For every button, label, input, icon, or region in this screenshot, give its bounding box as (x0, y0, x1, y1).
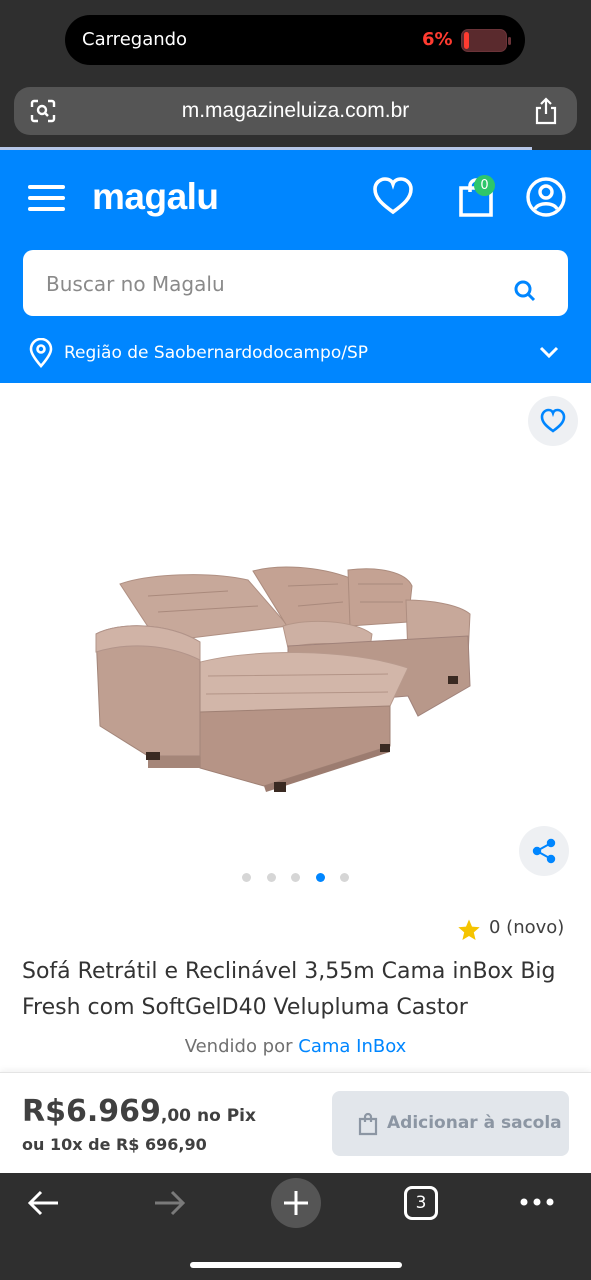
seller-link[interactable]: Cama InBox (298, 1036, 406, 1057)
search-placeholder: Buscar no Magalu (46, 272, 225, 296)
search-icon[interactable] (512, 278, 540, 306)
home-indicator[interactable] (190, 1262, 402, 1268)
charging-label: Carregando (82, 29, 188, 50)
carousel-dot[interactable] (242, 873, 251, 882)
chevron-down-icon[interactable] (538, 344, 560, 360)
forward-icon[interactable] (153, 1188, 187, 1218)
share-icon (532, 838, 556, 864)
price-main: R$6.969 (22, 1094, 161, 1129)
installments-text: ou 10x de R$ 696,90 (22, 1135, 207, 1154)
star-icon (458, 919, 480, 940)
battery-icon (461, 29, 511, 52)
favorite-button[interactable] (528, 396, 578, 446)
back-icon[interactable] (26, 1188, 60, 1218)
share-button[interactable] (519, 826, 569, 876)
price: R$6.969,00 no Pix (22, 1094, 256, 1129)
product-title: Sofá Retrátil e Reclinável 3,55m Cama in… (22, 959, 556, 1020)
carousel-dot-active[interactable] (316, 873, 325, 882)
search-input[interactable]: Buscar no Magalu (23, 250, 568, 316)
menu-icon[interactable] (28, 185, 65, 211)
carousel-dot[interactable] (291, 873, 300, 882)
address-bar[interactable]: m.magazineluiza.com.br (14, 87, 577, 135)
price-suffix: no Pix (197, 1106, 256, 1126)
url-text[interactable]: m.magazineluiza.com.br (14, 99, 577, 123)
tabs-button[interactable]: 3 (404, 1186, 438, 1220)
plus-icon (284, 1191, 308, 1215)
bag-icon (358, 1112, 378, 1136)
user-icon[interactable] (525, 176, 567, 218)
battery-percent: 6% (422, 29, 453, 50)
seller-info: Vendido por Cama InBox (0, 1036, 591, 1057)
share-icon[interactable] (533, 97, 559, 125)
product-image[interactable] (88, 556, 478, 796)
location-pin-icon[interactable] (28, 338, 54, 368)
add-to-bag-label: Adicionar à sacola (387, 1113, 562, 1133)
bag-count-badge: 0 (474, 175, 495, 196)
region-selector[interactable]: Região de Saobernardodocampo/SP (64, 343, 368, 363)
heart-icon (540, 408, 566, 433)
price-cents: ,00 (160, 1106, 191, 1126)
carousel-dot[interactable] (340, 873, 349, 882)
heart-icon[interactable] (372, 176, 414, 216)
more-icon[interactable] (519, 1196, 555, 1208)
dynamic-island: Carregando 6% (65, 15, 525, 65)
add-to-bag-button[interactable]: Adicionar à sacola (332, 1091, 569, 1156)
carousel-dot[interactable] (267, 873, 276, 882)
new-tab-button[interactable] (271, 1178, 321, 1228)
magalu-logo[interactable]: magalu (92, 176, 219, 218)
seller-prefix: Vendido por (184, 1036, 293, 1057)
rating-text: 0 (novo) (489, 917, 565, 938)
